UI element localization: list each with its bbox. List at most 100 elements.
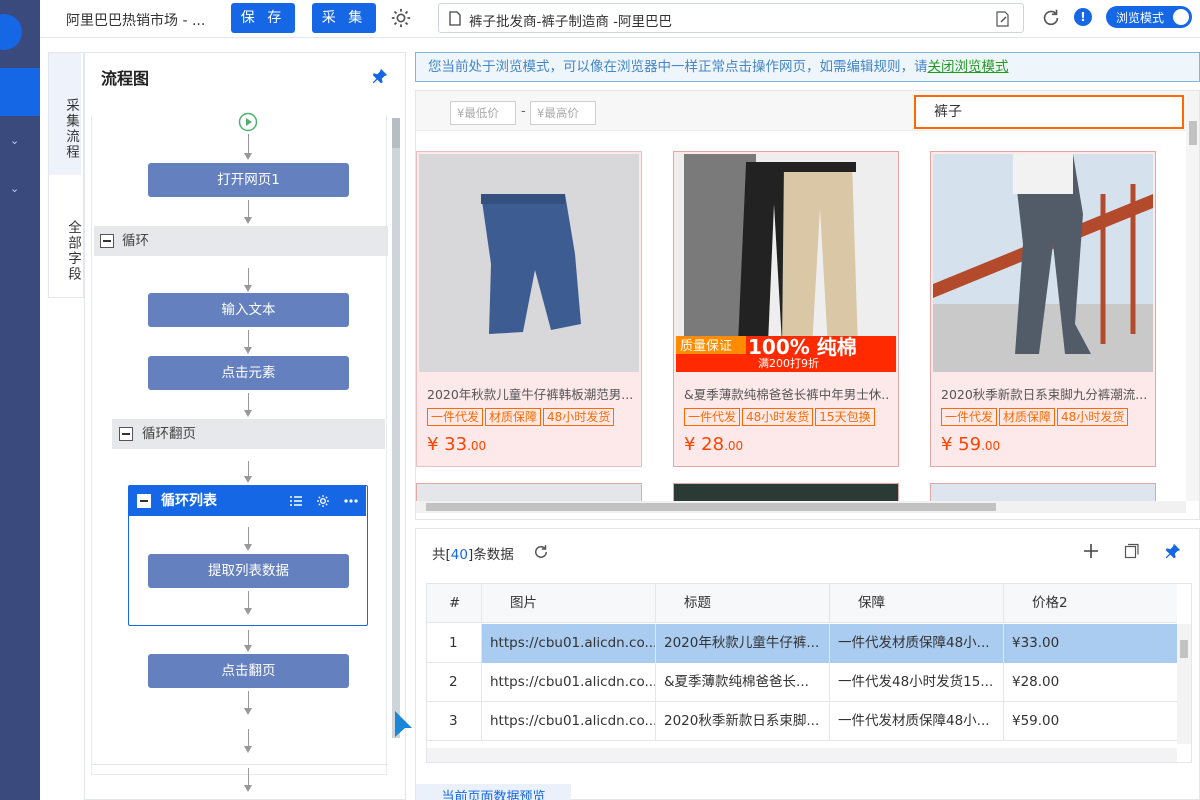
product-image[interactable]: 质量保证 100% 纯棉 满200打9折 (676, 154, 896, 372)
close-browse-mode-link[interactable]: 关闭浏览模式 (928, 59, 1009, 75)
mouse-cursor-icon (395, 711, 412, 737)
flow-arrow (244, 200, 252, 224)
product-image[interactable] (933, 154, 1153, 372)
collapse-icon[interactable] (137, 494, 151, 508)
refresh-icon[interactable] (532, 543, 550, 561)
node-click-next-page[interactable]: 点击翻页 (148, 654, 349, 688)
flow-arrow (244, 691, 252, 715)
cell-guarantee[interactable]: 一件代发材质保障48小... (830, 702, 1004, 741)
cell-price[interactable]: ¥33.00 (1004, 624, 1177, 663)
info-icon[interactable]: ! (1074, 8, 1092, 26)
node-input-text[interactable]: 输入文本 (148, 293, 349, 327)
column-header[interactable]: 价格2 (1004, 584, 1177, 623)
flow-arrow (244, 630, 252, 652)
group-loop-paging[interactable]: 循环翻页 (112, 419, 385, 449)
product-title[interactable]: 2020年秋款儿童牛仔裤韩板潮范男... (427, 384, 633, 403)
table-vertical-scrollbar[interactable] (1177, 624, 1191, 744)
tag: 一件代发 (941, 408, 998, 426)
gear-icon[interactable] (390, 7, 412, 29)
row-index: 3 (427, 702, 482, 741)
flow-arrow (244, 134, 252, 160)
cell-guarantee[interactable]: 一件代发48小时发货15... (830, 663, 1004, 702)
list-icon[interactable] (290, 495, 302, 507)
flow-arrow (244, 330, 252, 354)
collapse-icon[interactable] (100, 234, 114, 248)
node-open-page[interactable]: 打开网页1 (148, 163, 349, 197)
cell-image[interactable]: https://cbu01.alicdn.co... (482, 663, 656, 702)
search-input[interactable]: 裤子 (914, 95, 1184, 129)
product-tags: 一件代发 材质保障 48小时发货 (427, 408, 616, 426)
chevron-down-icon[interactable]: ⌄ (10, 134, 19, 147)
group-loop[interactable]: 循环 (94, 226, 388, 256)
chevron-down-icon[interactable]: ⌄ (10, 182, 19, 195)
cell-title[interactable]: 2020年秋款儿童牛仔裤... (656, 624, 830, 663)
node-extract-list[interactable]: 提取列表数据 (148, 554, 349, 588)
flow-arrow (244, 527, 252, 551)
url-bar[interactable]: 裤子批发商-裤子制造商 -阿里巴巴 (438, 3, 1024, 33)
table-scrollbar-thumb[interactable] (1180, 640, 1188, 658)
group-loop-paging-label: 循环翻页 (142, 426, 196, 442)
refresh-icon[interactable] (1040, 7, 1062, 29)
divider (92, 764, 388, 765)
flow-arrow (244, 268, 252, 292)
table-row[interactable]: 1 https://cbu01.alicdn.co... 2020年秋款儿童牛仔… (427, 624, 1177, 663)
product-card[interactable]: 质量保证 100% 纯棉 满200打9折 &夏季薄款纯棉爸爸长裤中年男士休...… (673, 151, 899, 467)
browse-mode-toggle[interactable]: 浏览模式 (1106, 6, 1192, 28)
pin-icon[interactable] (371, 67, 389, 85)
cell-title[interactable]: 2020秋季新款日系束脚... (656, 702, 830, 741)
tag: 一件代发 (427, 408, 484, 426)
gear-icon[interactable] (316, 494, 330, 508)
flow-arrow (244, 393, 252, 417)
export-icon[interactable] (1124, 543, 1140, 559)
column-header[interactable]: 标题 (656, 584, 830, 623)
column-header[interactable]: 图片 (482, 584, 656, 623)
product-card[interactable]: 2020年秋款儿童牛仔裤韩板潮范男... 一件代发 材质保障 48小时发货 ¥ 33… (416, 151, 642, 467)
tab-current-page-preview[interactable]: 当前页面数据预览 (416, 784, 571, 800)
more-icon[interactable] (344, 499, 358, 503)
collect-button[interactable]: 采 集 (312, 3, 376, 33)
column-header[interactable]: 保障 (830, 584, 1004, 623)
price-min-input[interactable]: ¥最低价 (450, 101, 516, 125)
table-horizontal-scrollbar[interactable] (427, 748, 1177, 762)
banner-cotton: 100% 纯棉 (748, 335, 857, 359)
tab-all-fields[interactable]: 全部字段 (49, 175, 83, 297)
app-logo[interactable] (0, 14, 22, 50)
table-row[interactable]: 3 https://cbu01.alicdn.co... 2020秋季新款日系束… (427, 702, 1177, 741)
rail-active-item[interactable] (0, 68, 40, 116)
edit-page-icon[interactable] (995, 11, 1011, 27)
webview-vertical-scrollbar-thumb[interactable] (1189, 121, 1197, 145)
product-tags: 一件代发 材质保障 48小时发货 (941, 408, 1130, 426)
product-title[interactable]: &夏季薄款纯棉爸爸长裤中年男士休... (684, 384, 890, 403)
product-title[interactable]: 2020秋季新款日系束脚九分裤潮流... (941, 384, 1147, 403)
collapse-icon[interactable] (119, 427, 133, 441)
webview-horizontal-scrollbar-thumb[interactable] (426, 503, 996, 511)
save-button[interactable]: 保 存 (231, 3, 295, 33)
price-max-input[interactable]: ¥最高价 (530, 101, 596, 125)
cell-image[interactable]: https://cbu01.alicdn.co... (482, 702, 656, 741)
web-view[interactable]: ¥最低价 - ¥最高价 裤子 2020年秋款儿童牛仔裤韩板潮范男... 一件代发… (415, 90, 1200, 520)
cell-price[interactable]: ¥28.00 (1004, 663, 1177, 702)
product-card[interactable]: 2020秋季新款日系束脚九分裤潮流... 一件代发 材质保障 48小时发货 ¥ 59… (930, 151, 1156, 467)
loop-list-header[interactable]: 循环列表 (129, 486, 366, 516)
product-price: ¥ 28.00 (684, 434, 744, 455)
tag: 48小时发货 (742, 408, 814, 426)
table-row[interactable]: 2 https://cbu01.alicdn.co... &夏季薄款纯棉爸爸长.… (427, 663, 1177, 702)
add-icon[interactable] (1083, 543, 1099, 559)
flow-arrow (244, 768, 252, 792)
product-card[interactable] (416, 483, 642, 503)
tab-collect-flow[interactable]: 采集流程 (49, 53, 83, 175)
pin-icon[interactable] (1164, 542, 1182, 560)
cell-title[interactable]: &夏季薄款纯棉爸爸长... (656, 663, 830, 702)
flow-scrollbar[interactable] (392, 118, 400, 738)
product-image[interactable] (419, 154, 639, 372)
cell-guarantee[interactable]: 一件代发材质保障48小... (830, 624, 1004, 663)
webview-vertical-scrollbar[interactable] (1186, 91, 1199, 501)
cell-image[interactable]: https://cbu01.alicdn.co... (482, 624, 656, 663)
tag: 材质保障 (999, 408, 1056, 426)
cell-price[interactable]: ¥59.00 (1004, 702, 1177, 741)
column-header[interactable]: # (427, 584, 482, 623)
product-card[interactable] (673, 483, 899, 503)
node-click-element[interactable]: 点击元素 (148, 356, 349, 390)
flow-scrollbar-thumb[interactable] (392, 118, 400, 148)
product-card[interactable] (930, 483, 1156, 503)
